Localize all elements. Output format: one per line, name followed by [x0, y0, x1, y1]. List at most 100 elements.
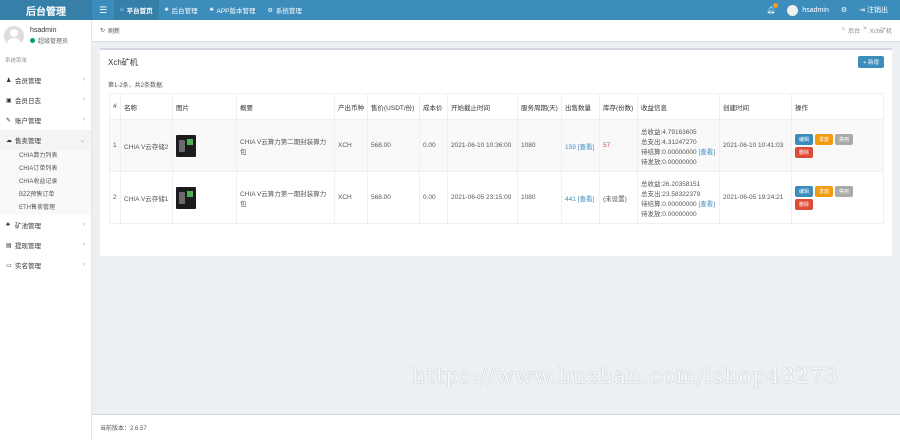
- list-icon: ▤: [6, 242, 12, 249]
- sidebar-item-label: 会员管理: [15, 78, 41, 85]
- topnav-backend[interactable]: ♣ 后台管理: [159, 0, 204, 20]
- edit-button[interactable]: 编辑: [795, 133, 814, 145]
- footer: 当前版本：2.6.57: [92, 414, 900, 440]
- sidebar-subitem-chia-orders[interactable]: CHIA订单列表: [0, 163, 91, 176]
- sidebar-item-pools[interactable]: ♣ 矿池管理 ‹: [0, 215, 91, 235]
- column-header: 成本价: [419, 93, 448, 120]
- users-icon: ♣: [209, 7, 214, 13]
- sidebar-item-accounts[interactable]: ✎ 账户管理 ‹: [0, 110, 91, 130]
- sidebar-item-label: 账户管理: [15, 118, 41, 125]
- sold-view-link[interactable]: [查看]: [578, 196, 595, 203]
- sold-view-link[interactable]: [查看]: [578, 144, 595, 151]
- sidebar-item-members[interactable]: ♟ 会员管理 ‹: [0, 70, 91, 90]
- row-index: 2: [109, 171, 121, 224]
- users-icon: ♣: [6, 222, 10, 228]
- column-header[interactable]: 名称: [120, 93, 173, 120]
- row-index: 1: [109, 119, 121, 172]
- release-button[interactable]: 发放: [815, 133, 834, 145]
- chevron-left-icon: ‹: [83, 222, 85, 228]
- sidebar-item-kyc[interactable]: ▭ 实名管理 ‹: [0, 255, 91, 275]
- release-button[interactable]: 发放: [815, 185, 834, 197]
- row-sold-cell: 441 [查看]: [561, 171, 600, 224]
- top-right-menu: 🔔︎ hsadmin ⚙ ⇥ 注销出: [760, 0, 900, 20]
- sidebar-toggle-icon[interactable]: ☰: [92, 5, 114, 16]
- sidebar-item-label: 售卖管理: [15, 138, 41, 145]
- table-header-row: # 名称 图片 概要 产出币种 售价(USDT/份) 成本价 开始截止时间 服务…: [109, 93, 884, 120]
- sidebar-subitem-chia-income[interactable]: CHIA收益记录: [0, 176, 91, 189]
- notifications-button[interactable]: 🔔︎: [760, 0, 781, 20]
- income-pending-settle: 待结算:0.00000000 [查看]: [641, 198, 716, 208]
- topnav-label: 平台首页: [126, 8, 153, 15]
- column-header: 创建时间: [719, 93, 792, 120]
- column-header: 概要: [236, 93, 335, 120]
- topnav-app-version[interactable]: ♣ APP版本管理: [204, 0, 262, 20]
- row-coin: XCH: [334, 171, 368, 224]
- row-time: 2021-06-10 10:36:00: [447, 119, 518, 172]
- sidebar-submenu-sales: CHIA算力列表 CHIA订单列表 CHIA收益记录 BZZ预售订单 ETH售卖…: [0, 150, 91, 215]
- income-total: 总收益:4.79163605: [641, 128, 697, 136]
- log-icon: ▣: [6, 97, 12, 104]
- delete-button[interactable]: 删除: [795, 198, 814, 210]
- row-income-cell: 总收益:26.20358151 总支出:23.58322379 待结算:0.00…: [637, 171, 720, 224]
- chevron-down-icon: ⌄: [79, 137, 85, 144]
- gears-icon: ⚙: [267, 7, 273, 14]
- pencil-icon: ✎: [6, 117, 12, 124]
- result-summary: 第1-2条，共2条数据.: [108, 83, 164, 89]
- product-image[interactable]: [176, 134, 196, 157]
- row-sold: 441: [565, 195, 576, 203]
- row-cost: 0.00: [419, 171, 448, 224]
- add-button[interactable]: + 新增: [858, 56, 884, 68]
- disable-button[interactable]: 禁用: [835, 185, 854, 197]
- logout-icon: ⇥: [859, 7, 865, 14]
- income-expense: 总支出:23.58322379: [641, 190, 701, 198]
- sidebar-item-sales[interactable]: ☁ 售卖管理 ⌄: [0, 130, 91, 150]
- breadcrumb-bar: ↻ 刷新 ⌂ 后台 > Xch矿机: [92, 20, 900, 42]
- income-pending-payout: 待发放:0.00000000: [641, 158, 697, 166]
- sidebar-subitem-eth-sales[interactable]: ETH售卖管理: [0, 202, 91, 215]
- user-panel: hsadmin 超级管理员: [0, 20, 91, 52]
- product-image[interactable]: [176, 186, 196, 209]
- row-created: 2021-06-05 19:24:21: [719, 171, 792, 224]
- sidebar-item-label: 提现管理: [15, 243, 41, 250]
- column-header: 图片: [172, 93, 237, 120]
- disable-button[interactable]: 禁用: [835, 133, 854, 145]
- topnav-label: 系统管理: [275, 8, 302, 15]
- income-view-link[interactable]: [查看]: [698, 201, 715, 208]
- cloud-icon: ☁: [6, 137, 12, 144]
- refresh-button[interactable]: ↻ 刷新: [100, 26, 120, 35]
- app-logo[interactable]: 后台管理: [0, 0, 92, 20]
- sidebar-item-label: 会员日志: [15, 98, 41, 105]
- income-view-link[interactable]: [查看]: [698, 149, 715, 156]
- user-menu[interactable]: hsadmin: [781, 0, 834, 20]
- income-pending-settle-value: 待结算:0.00000000: [641, 148, 697, 156]
- column-header: 服务周期(天): [517, 93, 562, 120]
- gears-icon: ⚙: [840, 7, 848, 14]
- user-role-label: 超级管理员: [38, 39, 69, 45]
- avatar: [4, 26, 24, 46]
- version-label: 当前版本：2.6.57: [100, 426, 147, 432]
- sidebar-subitem-bzz-presale[interactable]: BZZ预售订单: [0, 189, 91, 202]
- sidebar-item-member-logs[interactable]: ▣ 会员日志 ‹: [0, 90, 91, 110]
- column-header: 开始截止时间: [447, 93, 518, 120]
- topnav-label: APP版本管理: [216, 8, 256, 15]
- sidebar-item-withdrawals[interactable]: ▤ 提现管理 ‹: [0, 235, 91, 255]
- breadcrumb-home[interactable]: 后台: [848, 26, 860, 35]
- row-period: 1080: [517, 171, 562, 224]
- income-pending-settle-value: 待结算:0.00000000: [641, 200, 697, 208]
- row-ops-cell: 编辑 发放 禁用 删除: [791, 119, 884, 172]
- logout-button[interactable]: ⇥ 注销出: [853, 0, 894, 20]
- breadcrumb-current: Xch矿机: [869, 29, 892, 35]
- topnav-platform-home[interactable]: ⌂ 平台首页: [114, 0, 159, 20]
- delete-button[interactable]: 删除: [795, 146, 814, 158]
- topnav-label: 后台管理: [171, 8, 198, 15]
- settings-button[interactable]: ⚙: [835, 0, 853, 20]
- id-card-icon: ▭: [6, 262, 12, 269]
- edit-button[interactable]: 编辑: [795, 185, 814, 197]
- column-header: 操作: [791, 93, 884, 120]
- topnav-system[interactable]: ⚙ 系统管理: [262, 0, 308, 20]
- sidebar-subitem-chia-power[interactable]: CHIA算力列表: [0, 150, 91, 163]
- chevron-left-icon: ‹: [83, 242, 85, 248]
- income-expense: 总支出:4.31247270: [641, 138, 697, 146]
- income-total: 总收益:26.20358151: [641, 180, 701, 188]
- row-income-cell: 总收益:4.79163605 总支出:4.31247270 待结算:0.0000…: [637, 119, 720, 172]
